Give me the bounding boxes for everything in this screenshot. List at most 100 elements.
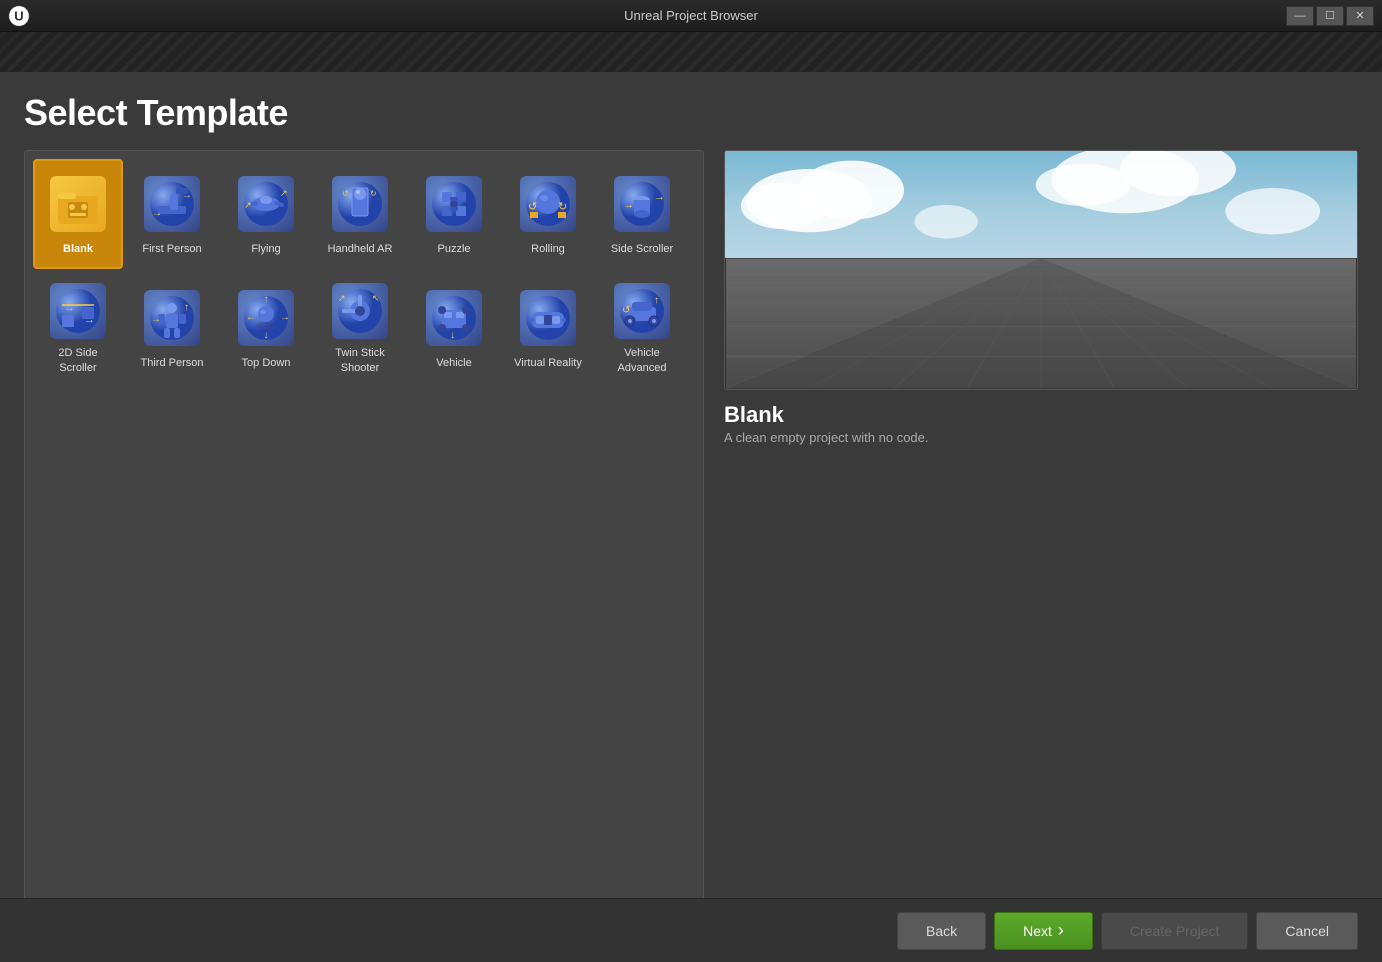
template-icon-rolling: ↺ ↻	[516, 172, 580, 236]
template-label-virtual-reality: Virtual Reality	[514, 356, 582, 370]
template-item-side-scroller[interactable]: → → Side Scroller	[597, 159, 687, 269]
template-label-vehicle-advanced: Vehicle Advanced	[603, 346, 681, 375]
template-label-flying: Flying	[251, 242, 280, 256]
template-icon-twin-stick-shooter: ↗ ↖	[328, 281, 392, 340]
side-scroller-icon: → →	[614, 176, 670, 232]
svg-text:↗: ↗	[280, 188, 288, 198]
blank-icon	[50, 176, 106, 232]
preview-panel: Blank A clean empty project with no code…	[724, 150, 1358, 938]
main-content: Select Template	[0, 72, 1382, 938]
template-icon-handheld-ar: ↺ ↻	[328, 172, 392, 236]
vehicle-advanced-icon: ↺ ↑	[614, 283, 670, 339]
svg-text:→: →	[152, 208, 162, 219]
create-project-button[interactable]: Create Project	[1101, 912, 1248, 950]
preview-ground	[725, 258, 1357, 389]
svg-text:↺: ↺	[622, 305, 630, 316]
svg-text:→: →	[280, 312, 290, 323]
template-item-2d-side-scroller[interactable]: → → 2D Side Scroller	[33, 273, 123, 383]
page-title: Select Template	[24, 92, 1358, 134]
first-person-icon: → →	[144, 176, 200, 232]
title-bar: U Unreal Project Browser — ☐ ✕	[0, 0, 1382, 32]
template-item-vehicle[interactable]: ↓ Vehicle	[409, 273, 499, 383]
title-bar-left: U	[8, 5, 30, 27]
template-item-virtual-reality[interactable]: Virtual Reality	[503, 273, 593, 383]
template-label-vehicle: Vehicle	[436, 356, 471, 370]
template-label-top-down: Top Down	[242, 356, 291, 370]
puzzle-icon	[426, 176, 482, 232]
template-item-first-person[interactable]: → → First Person	[127, 159, 217, 269]
template-label-handheld-ar: Handheld AR	[328, 242, 393, 256]
template-item-vehicle-advanced[interactable]: ↺ ↑ Vehicle Advanced	[597, 273, 687, 383]
svg-text:→: →	[84, 314, 95, 326]
svg-text:↑: ↑	[184, 302, 189, 313]
rolling-icon: ↺ ↻	[520, 176, 576, 232]
template-icon-2d-side-scroller: → →	[46, 281, 110, 340]
svg-text:↺: ↺	[342, 189, 349, 198]
cancel-button[interactable]: Cancel	[1256, 912, 1358, 950]
svg-text:↖: ↖	[372, 293, 380, 303]
svg-text:↻: ↻	[370, 189, 377, 198]
template-item-handheld-ar[interactable]: ↺ ↻ Handheld AR	[315, 159, 405, 269]
header-stripe	[0, 32, 1382, 72]
svg-text:↺: ↺	[528, 201, 537, 213]
template-item-blank[interactable]: Blank	[33, 159, 123, 269]
template-icon-flying: ↗ ↗	[234, 172, 298, 236]
twin-stick-shooter-icon: ↗ ↖	[332, 283, 388, 339]
preview-image	[724, 150, 1358, 390]
template-label-twin-stick-shooter: Twin Stick Shooter	[321, 346, 399, 375]
template-grid-container: Blank	[24, 150, 704, 938]
bottom-bar: Back Next › Create Project Cancel	[0, 898, 1382, 962]
template-item-flying[interactable]: ↗ ↗ Flying	[221, 159, 311, 269]
maximize-button[interactable]: ☐	[1316, 6, 1344, 26]
template-icon-top-down: ↑ → ↓ ←	[234, 286, 298, 350]
close-button[interactable]: ✕	[1346, 6, 1374, 26]
svg-text:←: ←	[246, 312, 256, 323]
content-area: Blank	[24, 150, 1358, 938]
template-item-puzzle[interactable]: Puzzle	[409, 159, 499, 269]
flying-icon: ↗ ↗	[238, 176, 294, 232]
template-label-blank: Blank	[63, 242, 93, 256]
template-grid: Blank	[33, 159, 695, 383]
next-button[interactable]: Next ›	[994, 912, 1093, 950]
template-icon-vehicle-advanced: ↺ ↑	[610, 281, 674, 340]
template-icon-third-person: → ↑	[140, 286, 204, 350]
virtual-reality-icon	[520, 290, 576, 346]
template-icon-blank	[46, 172, 110, 236]
back-button[interactable]: Back	[897, 912, 986, 950]
svg-text:↓: ↓	[450, 330, 455, 341]
template-item-twin-stick-shooter[interactable]: ↗ ↖ Twin Stick Shooter	[315, 273, 405, 383]
template-item-top-down[interactable]: ↑ → ↓ ← Top Down	[221, 273, 311, 383]
vehicle-icon: ↓	[426, 290, 482, 346]
template-item-third-person[interactable]: → ↑ Third Person	[127, 273, 217, 383]
svg-text:→: →	[64, 302, 75, 314]
template-item-rolling[interactable]: ↺ ↻ Rolling	[503, 159, 593, 269]
third-person-icon: → ↑	[144, 290, 200, 346]
template-icon-first-person: → →	[140, 172, 204, 236]
2d-side-scroller-icon: → →	[50, 283, 106, 339]
template-icon-vehicle: ↓	[422, 286, 486, 350]
template-label-puzzle: Puzzle	[437, 242, 470, 256]
svg-text:→: →	[654, 191, 665, 203]
preview-description: A clean empty project with no code.	[724, 428, 1358, 448]
template-label-third-person: Third Person	[141, 356, 204, 370]
preview-info: Blank A clean empty project with no code…	[724, 402, 1358, 448]
minimize-button[interactable]: —	[1286, 6, 1314, 26]
template-label-first-person: First Person	[142, 242, 201, 256]
next-label: Next	[1023, 923, 1052, 939]
preview-title: Blank	[724, 402, 1358, 428]
next-arrow-icon: ›	[1058, 920, 1064, 941]
window-controls: — ☐ ✕	[1286, 6, 1374, 26]
top-down-icon: ↑ → ↓ ←	[238, 290, 294, 346]
svg-text:↑: ↑	[654, 295, 659, 306]
handheld-ar-icon: ↺ ↻	[332, 176, 388, 232]
template-icon-puzzle	[422, 172, 486, 236]
svg-text:↻: ↻	[558, 201, 567, 213]
svg-text:→: →	[151, 314, 161, 325]
template-icon-virtual-reality	[516, 286, 580, 350]
svg-text:→: →	[182, 190, 192, 201]
ue-logo: U	[8, 5, 30, 27]
template-label-2d-side-scroller: 2D Side Scroller	[39, 346, 117, 375]
window-title: Unreal Project Browser	[624, 8, 758, 23]
svg-text:↑: ↑	[264, 294, 269, 305]
svg-text:U: U	[14, 8, 23, 23]
